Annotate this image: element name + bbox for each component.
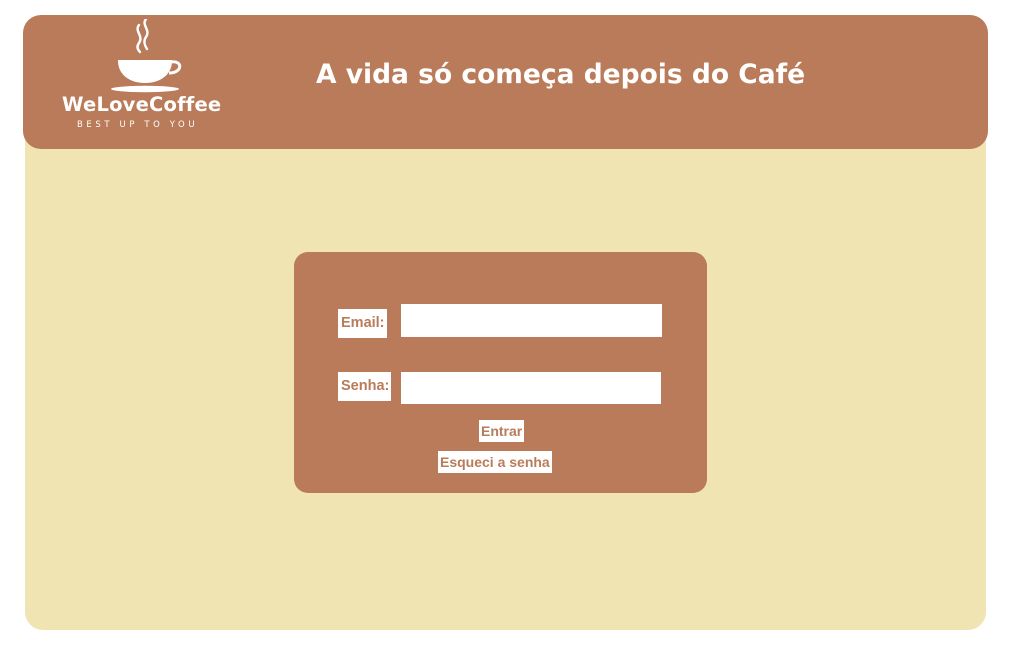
page: WeLoveCoffee BEST UP TO YOU A vida só co… xyxy=(0,0,1018,646)
password-field[interactable] xyxy=(401,372,661,404)
header: WeLoveCoffee BEST UP TO YOU A vida só co… xyxy=(23,15,988,149)
page-headline: A vida só começa depois do Café xyxy=(316,59,806,90)
brand-tagline: BEST UP TO YOU xyxy=(77,120,199,130)
password-label: Senha: xyxy=(338,372,392,401)
brand-name: WeLoveCoffee xyxy=(62,93,222,116)
login-button[interactable]: Entrar xyxy=(479,420,525,442)
email-field[interactable] xyxy=(401,304,662,337)
email-label: Email: xyxy=(338,309,387,338)
logo[interactable]: WeLoveCoffee BEST UP TO YOU xyxy=(57,15,233,149)
forgot-password-button[interactable]: Esqueci a senha xyxy=(438,451,552,473)
login-card: Email: Senha: Entrar Esqueci a senha xyxy=(294,252,707,493)
coffee-cup-icon xyxy=(111,19,182,93)
